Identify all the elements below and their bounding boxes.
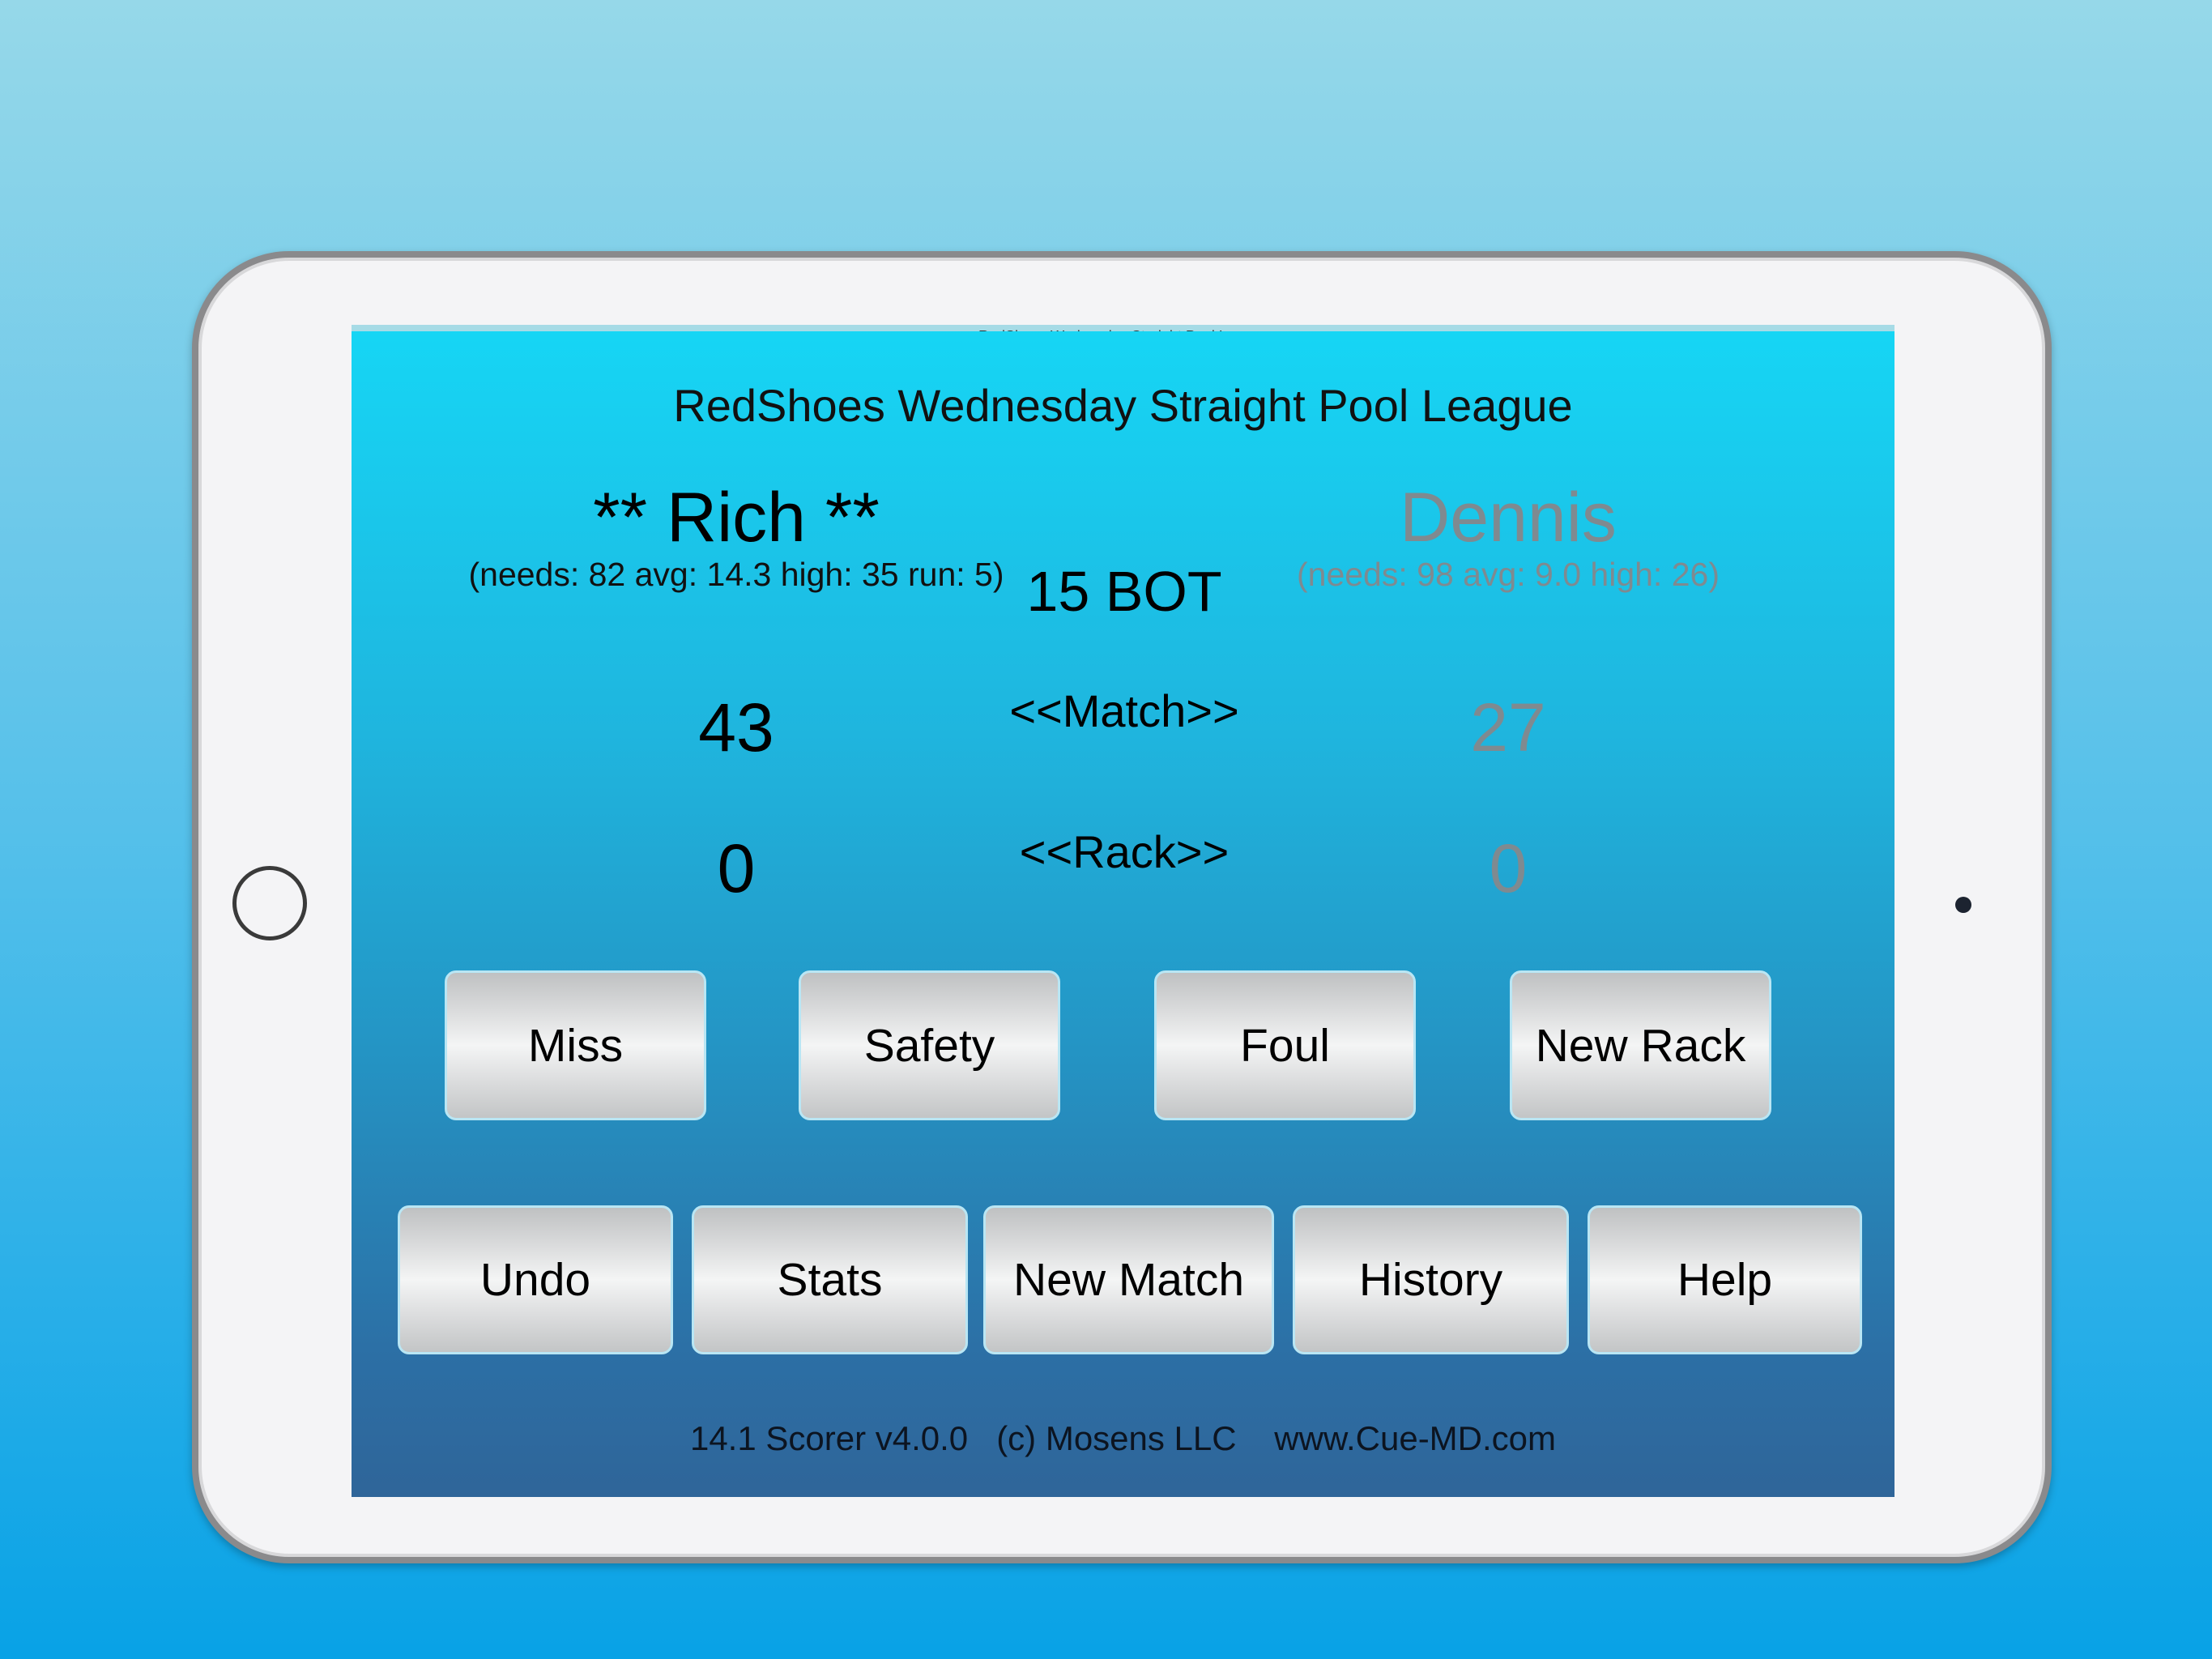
new-rack-button[interactable]: New Rack: [1510, 970, 1771, 1120]
player1-match-score[interactable]: 43: [574, 689, 898, 767]
player1-name[interactable]: ** Rich **: [372, 478, 1101, 558]
new-match-button[interactable]: New Match: [983, 1205, 1274, 1354]
player1-rack-score[interactable]: 0: [574, 830, 898, 908]
stats-button[interactable]: Stats: [692, 1205, 968, 1354]
status-strip: RedShoes Wednesday Straight Pool League: [352, 325, 1894, 331]
history-button[interactable]: History: [1293, 1205, 1569, 1354]
match-label: <<Match>>: [1009, 685, 1239, 736]
player2-stats: (needs: 98 avg: 9.0 high: 26): [1297, 556, 1720, 593]
copyright-text: (c) Mosens LLC: [996, 1419, 1237, 1457]
website-link[interactable]: www.Cue-MD.com: [1274, 1419, 1556, 1457]
footer: 14.1 Scorer v4.0.0 (c) Mosens LLC www.Cu…: [352, 1419, 1894, 1458]
app-screen: RedShoes Wednesday Straight Pool League …: [352, 325, 1894, 1497]
undo-button[interactable]: Undo: [398, 1205, 673, 1354]
player2-name[interactable]: Dennis: [1144, 478, 1873, 558]
help-button[interactable]: Help: [1588, 1205, 1862, 1354]
league-title: RedShoes Wednesday Straight Pool League: [673, 380, 1573, 431]
camera-icon: [1955, 897, 1971, 913]
home-button[interactable]: [232, 866, 307, 940]
foul-button[interactable]: Foul: [1154, 970, 1416, 1120]
safety-button[interactable]: Safety: [799, 970, 1060, 1120]
player2-match-score[interactable]: 27: [1346, 689, 1670, 767]
version-text: 14.1 Scorer v4.0.0: [689, 1419, 969, 1457]
rack-label: <<Rack>>: [1019, 826, 1230, 877]
miss-button[interactable]: Miss: [445, 970, 706, 1120]
player2-rack-score[interactable]: 0: [1346, 830, 1670, 908]
